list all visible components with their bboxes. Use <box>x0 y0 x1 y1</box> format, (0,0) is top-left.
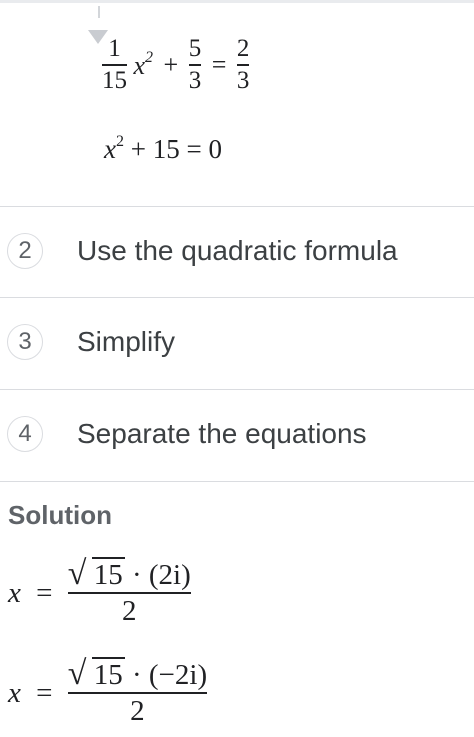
top-edge <box>0 0 474 3</box>
factor: · (2i) <box>131 559 191 591</box>
fraction-bar <box>67 592 191 595</box>
step-label: Separate the equations <box>77 418 367 449</box>
fraction-bar <box>236 64 250 67</box>
step-number-badge: 4 <box>7 416 43 452</box>
step-simplify[interactable]: 3 Simplify <box>0 298 474 388</box>
step-quadratic-formula[interactable]: 2 Use the quadratic formula <box>0 207 474 297</box>
sqrt-expression: √ 15 <box>68 656 125 691</box>
solution-heading: Solution <box>8 500 112 530</box>
denominator: 2 <box>130 695 145 728</box>
equation-1: 1 15 x2 + 5 3 = 2 3 <box>102 35 250 95</box>
denominator: 2 <box>122 595 137 628</box>
step-label: Simplify <box>77 326 176 357</box>
variable-x: x2 <box>133 49 154 81</box>
fraction-bar <box>102 64 127 67</box>
denominator: 3 <box>236 67 250 95</box>
exponent: 2 <box>115 133 124 150</box>
numerator: 5 <box>188 35 202 62</box>
fraction-2-3: 2 3 <box>236 35 250 95</box>
equation-2: x2 + 15 = 0 <box>104 133 222 165</box>
solution-2: x = √ 15 · (−2i) 2 <box>8 656 208 728</box>
equals-operator: = <box>36 676 53 709</box>
step-label: Use the quadratic formula <box>77 235 398 266</box>
numerator: 1 <box>108 35 121 62</box>
variable-x: x <box>104 134 116 164</box>
equation-2-rest: + 15 = 0 <box>130 134 222 164</box>
factor: · (−2i) <box>131 659 208 691</box>
numerator: √ 15 · (−2i) <box>68 656 208 691</box>
denominator: 3 <box>188 67 202 95</box>
solution-fraction: √ 15 · (2i) 2 <box>67 556 191 628</box>
fraction-1-15: 1 15 <box>102 35 127 95</box>
numerator: 2 <box>236 35 250 62</box>
numerator: √ 15 · (2i) <box>68 556 191 591</box>
denominator: 15 <box>102 67 127 95</box>
divider <box>0 481 474 482</box>
plus-operator: + <box>163 50 179 80</box>
equals-operator: = <box>211 50 227 80</box>
step-number-badge: 2 <box>7 233 43 269</box>
radicand: 15 <box>91 557 125 591</box>
step-number-badge: 3 <box>7 324 43 360</box>
variable-x: x <box>8 576 21 609</box>
step-separate-equations[interactable]: 4 Separate the equations <box>0 390 474 480</box>
solution-1: x = √ 15 · (2i) 2 <box>8 556 191 628</box>
variable-x: x <box>8 676 21 709</box>
equals-operator: = <box>36 576 53 609</box>
sqrt-expression: √ 15 <box>68 556 125 591</box>
fraction-bar <box>67 692 208 695</box>
radicand: 15 <box>91 657 125 691</box>
sqrt-icon: √ <box>67 655 87 692</box>
fraction-bar <box>188 64 202 67</box>
sqrt-icon: √ <box>67 555 87 592</box>
solution-fraction: √ 15 · (−2i) 2 <box>67 656 208 728</box>
expand-handle[interactable] <box>98 6 100 18</box>
fraction-5-3: 5 3 <box>188 35 202 95</box>
